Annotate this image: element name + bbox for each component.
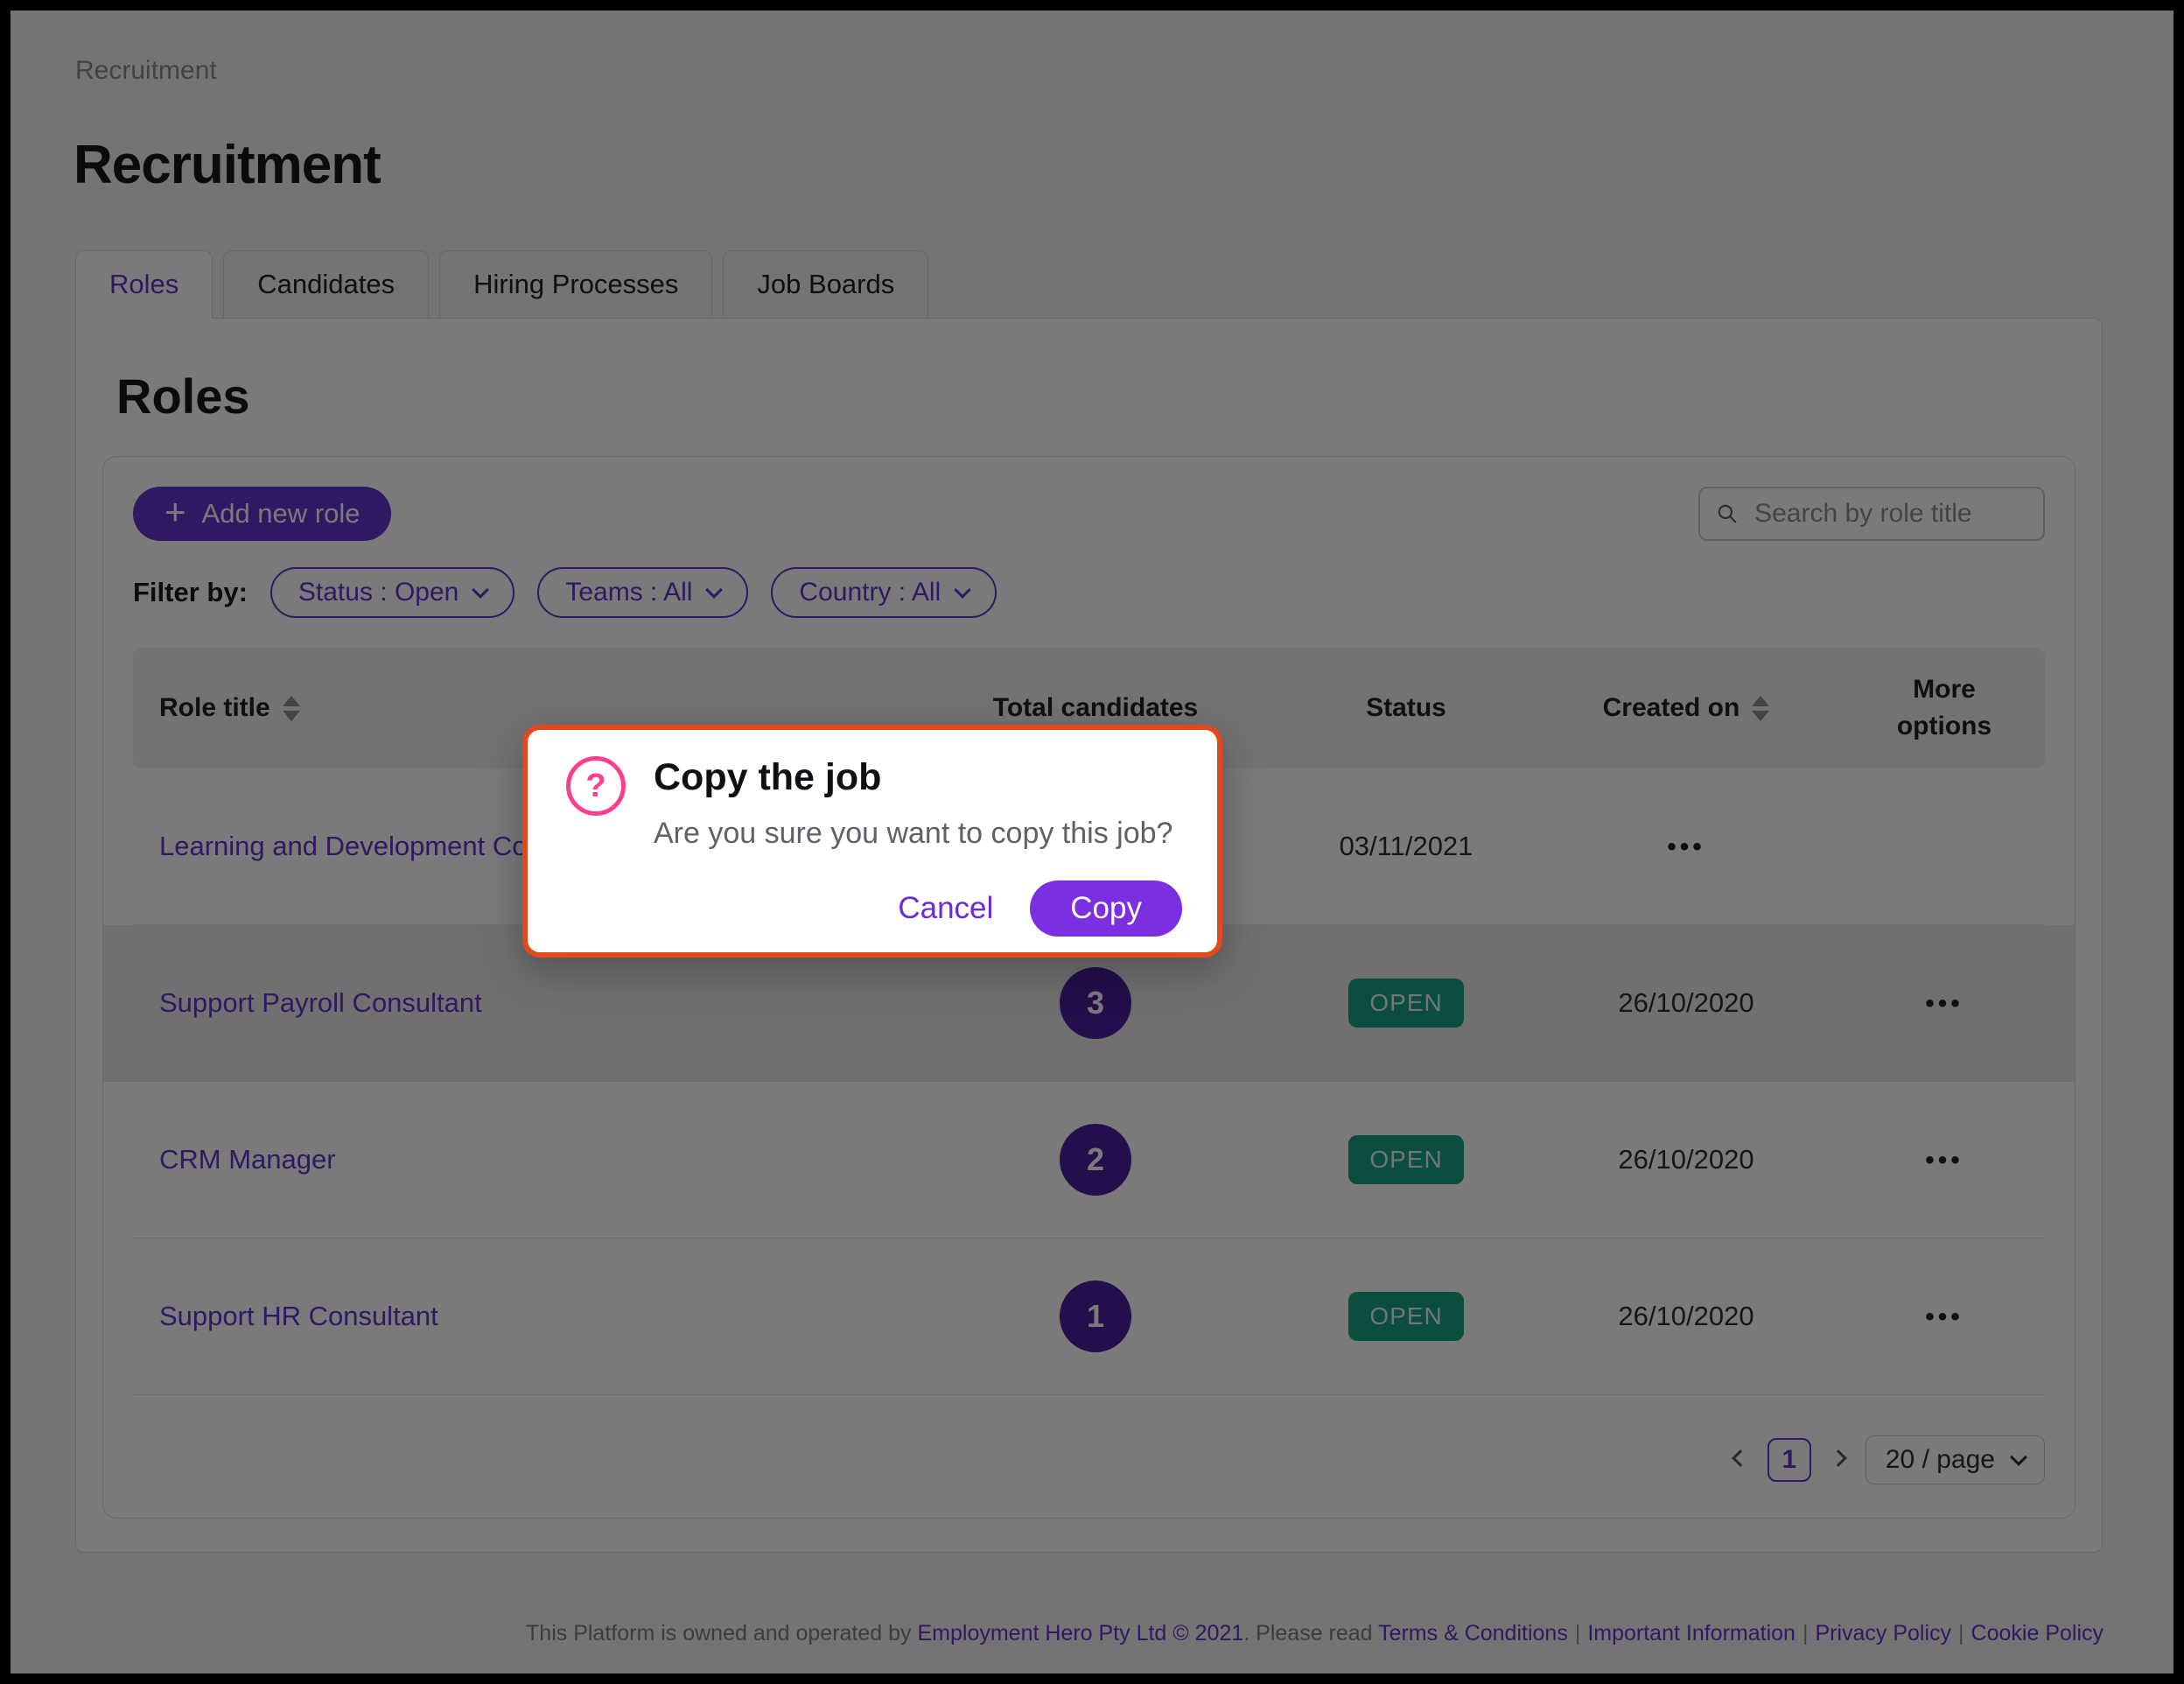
modal-title: Copy the job <box>654 756 1182 799</box>
copy-button[interactable]: Copy <box>1030 881 1182 937</box>
screenshot-frame: Recruitment Recruitment Roles Candidates… <box>0 0 2184 1684</box>
modal-body-text: Are you sure you want to copy this job? <box>654 817 1182 851</box>
modal-actions: Cancel Copy <box>566 881 1182 937</box>
copy-job-modal: ? Copy the job Are you sure you want to … <box>522 725 1222 958</box>
question-icon: ? <box>566 756 626 816</box>
cancel-button[interactable]: Cancel <box>898 891 993 926</box>
recruitment-page: Recruitment Recruitment Roles Candidates… <box>10 11 2174 1673</box>
